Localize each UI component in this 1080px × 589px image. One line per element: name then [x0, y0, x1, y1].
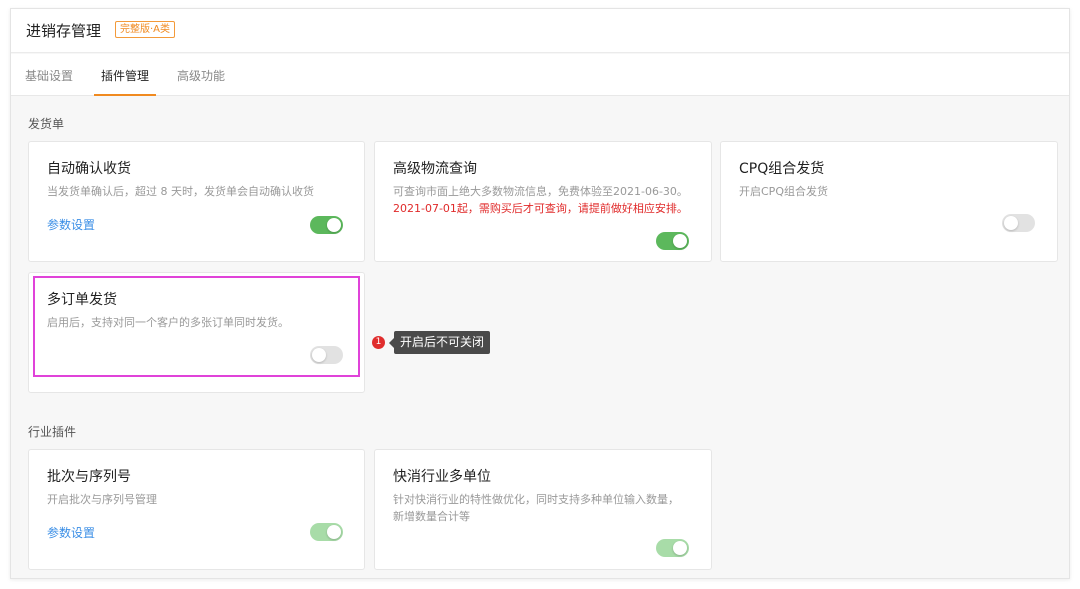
section-title-industry-plugins: 行业插件	[28, 425, 77, 439]
tab-bar: 基础设置 插件管理 高级功能	[11, 54, 1069, 96]
auto-confirm-toggle[interactable]	[310, 216, 343, 234]
multi-order-shipping-toggle[interactable]	[310, 346, 343, 364]
card-title: 高级物流查询	[393, 161, 477, 177]
fmcg-multi-unit-toggle[interactable]	[656, 539, 689, 557]
params-settings-link[interactable]: 参数设置	[47, 524, 95, 541]
toggle-knob	[673, 234, 687, 248]
card-description: 启用后，支持对同一个客户的多张订单同时发货。	[47, 316, 289, 329]
section-title-shipping: 发货单	[28, 117, 65, 131]
card-title: 多订单发货	[47, 292, 117, 308]
tab-basic-settings[interactable]: 基础设置	[25, 67, 73, 84]
toggle-knob	[1004, 216, 1018, 230]
card-description: 开启批次与序列号管理	[47, 493, 157, 506]
edition-badge: 完整版·A类	[115, 21, 176, 38]
card-title: CPQ组合发货	[739, 161, 825, 177]
tab-advanced-features[interactable]: 高级功能	[177, 67, 225, 84]
step-marker: 1	[372, 336, 385, 349]
card-description: 开启CPQ组合发货	[739, 185, 828, 198]
plugin-card-multi-order-shipping: 多订单发货 启用后，支持对同一个客户的多张订单同时发货。	[28, 272, 365, 393]
plugin-card-logistics-query: 高级物流查询 可查询市面上绝大多数物流信息，免费体验至2021-06-30。 2…	[374, 141, 712, 262]
logistics-query-toggle[interactable]	[656, 232, 689, 250]
card-title: 批次与序列号	[47, 469, 131, 485]
cpq-shipping-toggle[interactable]	[1002, 214, 1035, 232]
tab-plugin-management[interactable]: 插件管理	[101, 67, 149, 84]
page-header: 进销存管理 完整版·A类	[11, 9, 1069, 53]
plugin-card-batch-serial: 批次与序列号 开启批次与序列号管理 参数设置	[28, 449, 365, 570]
plugin-card-auto-confirm: 自动确认收货 当发货单确认后，超过 8 天时，发货单会自动确认收货 参数设置	[28, 141, 365, 262]
active-tab-indicator	[94, 94, 156, 96]
plugin-card-cpq-shipping: CPQ组合发货 开启CPQ组合发货	[720, 141, 1058, 262]
toggle-knob	[312, 348, 326, 362]
card-warning: 2021-07-01起，需购买后才可查询，请提前做好相应安排。	[393, 202, 688, 215]
batch-serial-toggle[interactable]	[310, 523, 343, 541]
page-title: 进销存管理	[26, 22, 102, 40]
card-description-line2: 新增数量合计等	[393, 510, 470, 523]
plugin-card-fmcg-multi-unit: 快消行业多单位 针对快消行业的特性做优化，同时支持多种单位输入数量， 新增数量合…	[374, 449, 712, 570]
card-description: 针对快消行业的特性做优化，同时支持多种单位输入数量，	[393, 493, 679, 506]
tooltip: 开启后不可关闭	[394, 331, 491, 354]
card-description: 当发货单确认后，超过 8 天时，发货单会自动确认收货	[47, 185, 314, 198]
toggle-knob	[327, 218, 341, 232]
toggle-knob	[327, 525, 341, 539]
card-description: 可查询市面上绝大多数物流信息，免费体验至2021-06-30。	[393, 185, 688, 198]
settings-window: 进销存管理 完整版·A类 基础设置 插件管理 高级功能 发货单 自动确认收货 当…	[10, 8, 1070, 579]
toggle-knob	[673, 541, 687, 555]
card-title: 自动确认收货	[47, 161, 131, 177]
card-title: 快消行业多单位	[393, 469, 491, 485]
params-settings-link[interactable]: 参数设置	[47, 216, 95, 233]
